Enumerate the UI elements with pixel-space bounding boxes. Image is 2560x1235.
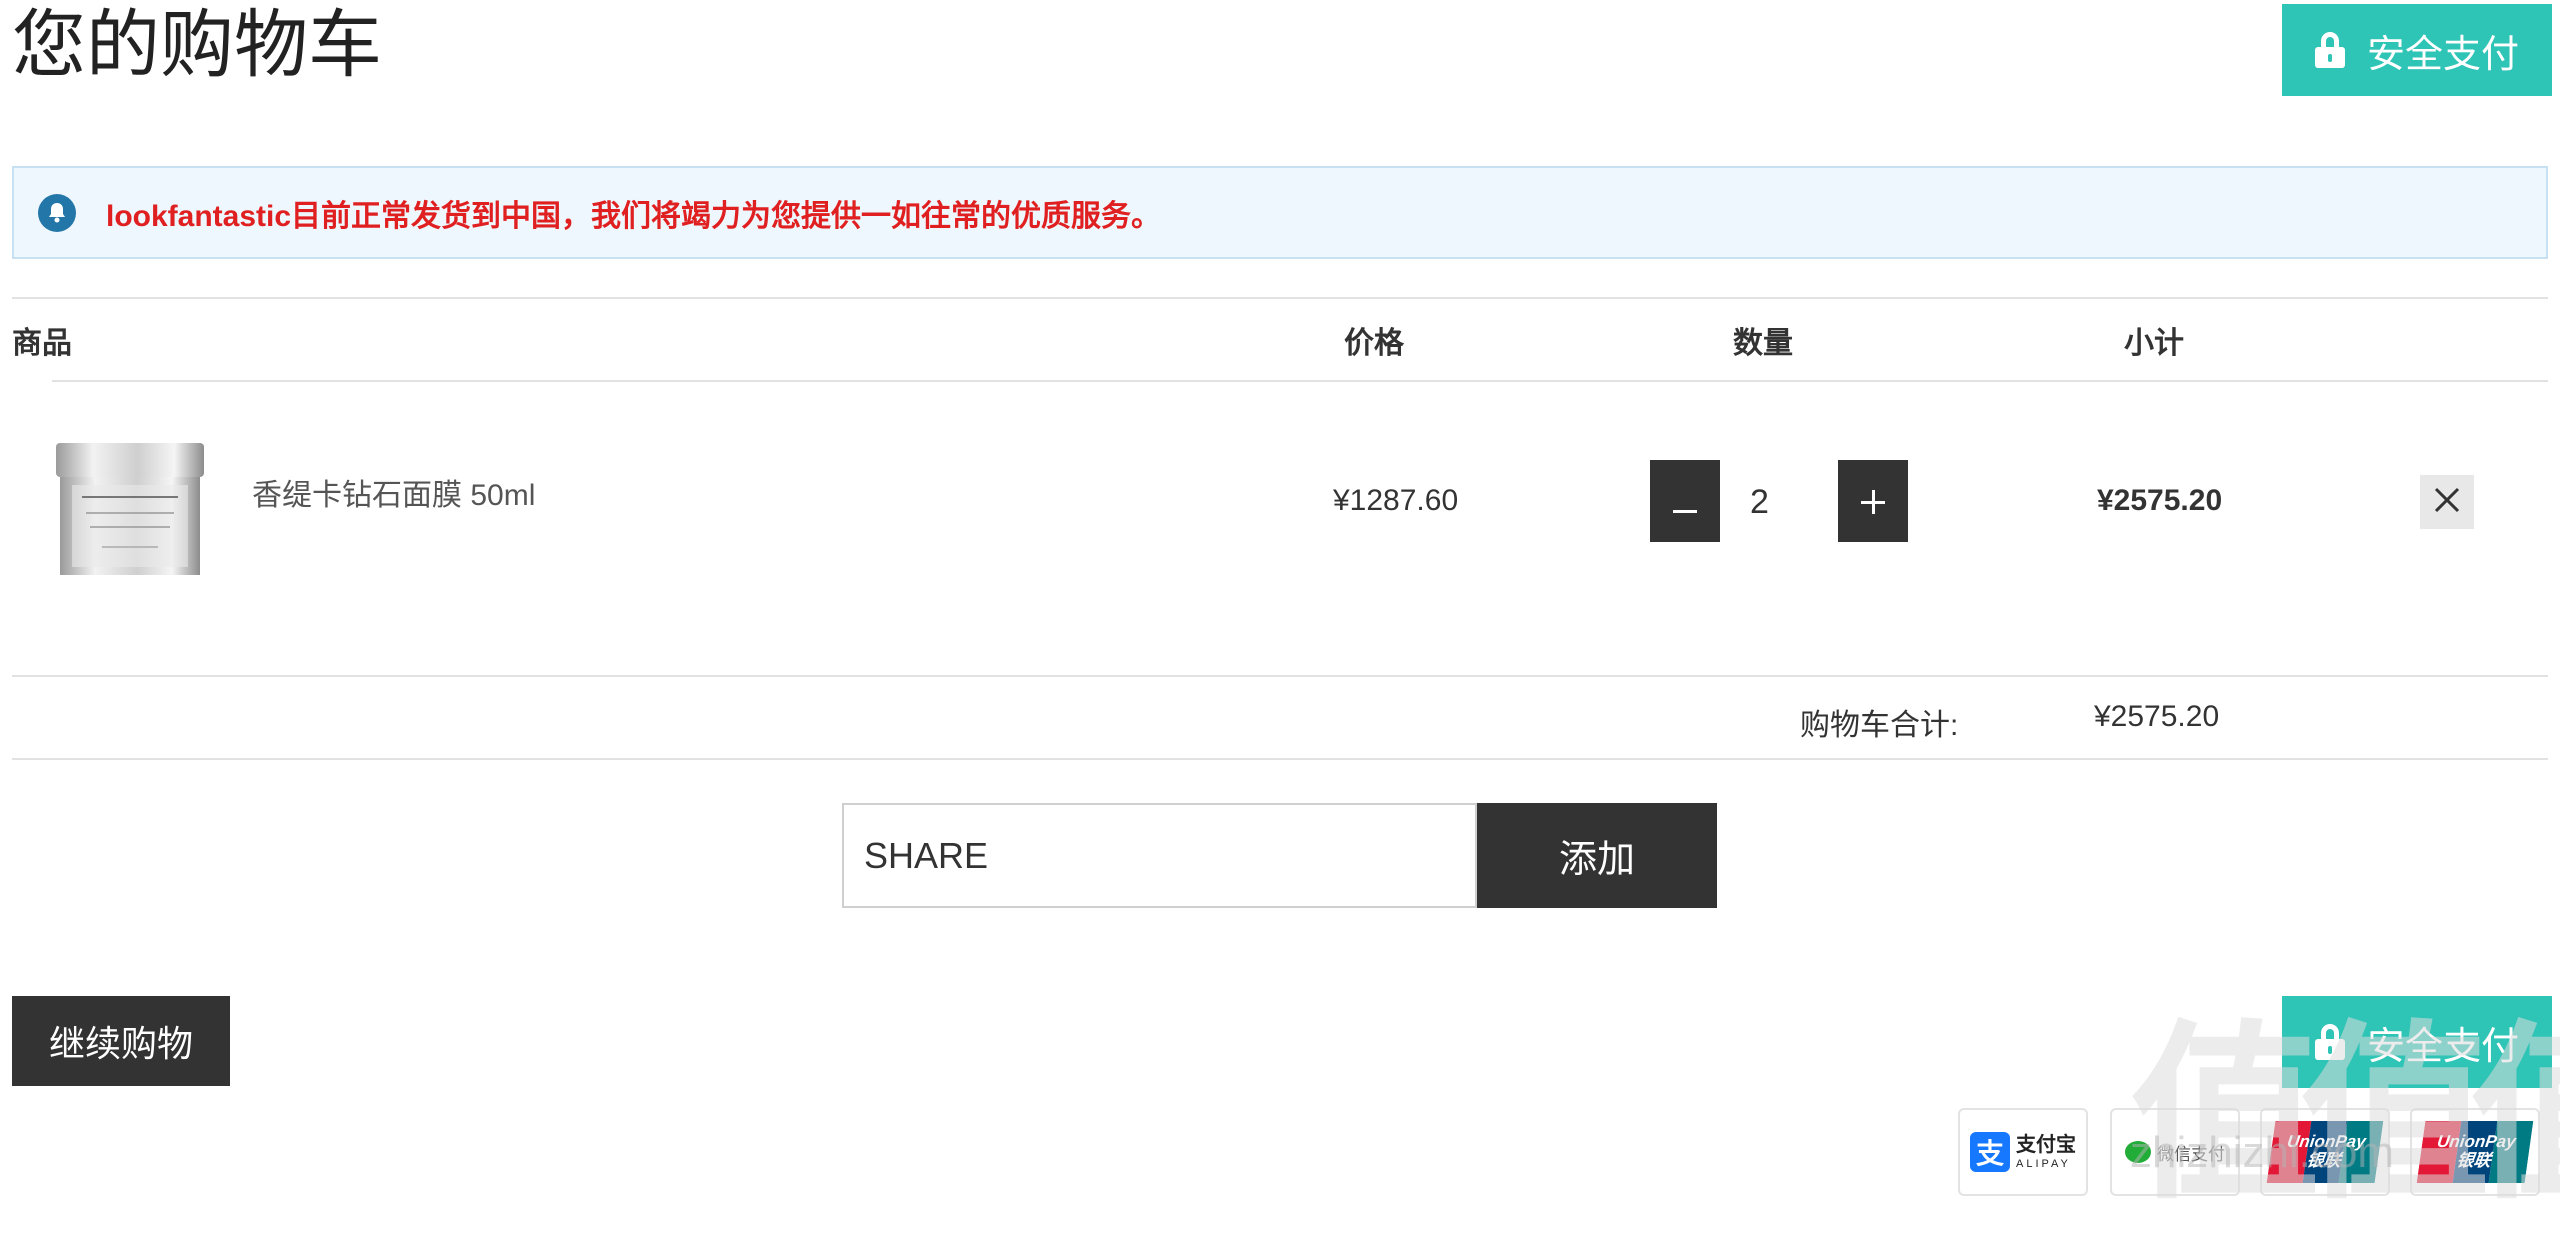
alipay-icon: 支 <box>1970 1132 2010 1172</box>
close-icon <box>2433 486 2461 519</box>
unionpay-badge: UnionPay 银联 <box>2410 1108 2540 1196</box>
product-price: ¥1287.60 <box>1333 484 1459 517</box>
plus-icon <box>1861 479 1885 524</box>
remove-item-button[interactable] <box>2420 475 2474 529</box>
column-header-product: 商品 <box>12 327 72 360</box>
lock-icon <box>2314 32 2345 68</box>
increase-quantity-button[interactable] <box>1838 460 1908 542</box>
add-coupon-button[interactable]: 添加 <box>1477 803 1717 908</box>
cart-total-label: 购物车合计: <box>1800 709 1959 742</box>
minus-icon <box>1673 479 1697 524</box>
quantity-input[interactable] <box>1748 460 1812 544</box>
product-image[interactable] <box>52 435 208 580</box>
secure-checkout-button[interactable]: 安全支付 <box>2282 4 2552 96</box>
wechat-icon <box>2125 1141 2151 1163</box>
secure-checkout-button-bottom[interactable]: 安全支付 <box>2282 996 2552 1088</box>
notice-text: lookfantastic目前正常发货到中国，我们将竭力为您提供一如往常的优质服… <box>106 199 1162 233</box>
bell-icon <box>38 193 76 232</box>
wechat-pay-label: 微信支付 <box>2157 1144 2225 1164</box>
alipay-cn: 支付宝 <box>2016 1133 2076 1156</box>
column-header-subtotal: 小计 <box>2124 327 2184 360</box>
column-header-quantity: 数量 <box>1733 327 1793 360</box>
alipay-badge: 支 支付宝 ALIPAY <box>1958 1108 2088 1196</box>
coupon-code-input[interactable] <box>842 803 1477 908</box>
column-header-price: 价格 <box>1344 327 1404 360</box>
alipay-en: ALIPAY <box>2016 1157 2071 1170</box>
secure-checkout-label: 安全支付 <box>2366 33 2519 76</box>
page-title: 您的购物车 <box>12 3 382 86</box>
product-name[interactable]: 香缇卡钻石面膜 50ml <box>252 470 535 514</box>
unionpay-icon: UnionPay 银联 <box>2416 1121 2534 1183</box>
divider <box>52 380 2548 382</box>
continue-shopping-button[interactable]: 继续购物 <box>12 996 230 1086</box>
wechat-pay-badge: 微信支付 <box>2110 1108 2240 1196</box>
unionpay-badge: UnionPay 银联 <box>2260 1108 2390 1196</box>
secure-checkout-label: 安全支付 <box>2366 1025 2519 1068</box>
lock-icon <box>2314 1024 2345 1060</box>
divider <box>12 297 2548 299</box>
item-subtotal: ¥2575.20 <box>2097 484 2223 517</box>
divider <box>12 758 2548 760</box>
unionpay-icon: UnionPay 银联 <box>2266 1121 2384 1183</box>
cart-total-value: ¥2575.20 <box>2094 700 2220 733</box>
divider <box>12 675 2548 677</box>
decrease-quantity-button[interactable] <box>1650 460 1720 542</box>
shipping-notice: lookfantastic目前正常发货到中国，我们将竭力为您提供一如往常的优质服… <box>12 166 2548 259</box>
